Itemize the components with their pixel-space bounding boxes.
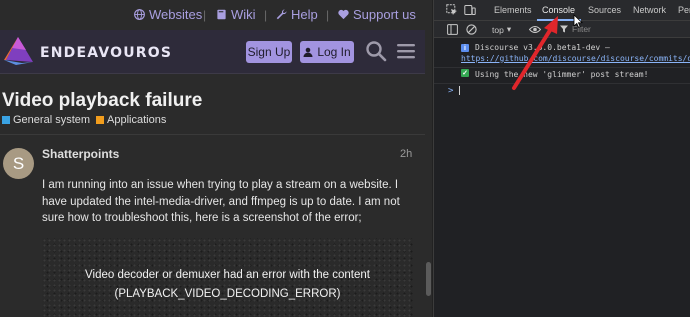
console-message-text: Using the new 'glimmer' post stream!: [475, 70, 649, 79]
divider: [0, 134, 432, 135]
text-cursor: [459, 86, 460, 95]
tab-network[interactable]: Network: [633, 5, 666, 15]
tab-elements[interactable]: Elements: [494, 5, 532, 15]
console-link[interactable]: https://github.com/discourse/discourse/c…: [461, 54, 690, 63]
category-applications[interactable]: Applications: [96, 114, 166, 126]
forum-page: Websites | Wiki | Help | Support us ENDE…: [0, 0, 432, 317]
search-icon[interactable]: [365, 40, 387, 62]
context-label: top: [492, 24, 504, 35]
wrench-icon: [276, 9, 287, 20]
device-toolbar-icon[interactable]: [464, 4, 476, 16]
console-toolbar: top ▾ Filter: [434, 21, 690, 38]
category-color-swatch: [2, 116, 10, 124]
nav-separator: |: [326, 8, 330, 22]
console-prompt: >: [448, 86, 454, 96]
top-navigation: Websites | Wiki | Help | Support us: [0, 0, 432, 30]
chevron-down-icon: ▾: [506, 24, 512, 34]
nav-link-support[interactable]: Support us: [338, 7, 416, 22]
post-timestamp[interactable]: 2h: [400, 148, 412, 160]
console-message: ✓ Using the new 'glimmer' post stream!: [434, 67, 690, 79]
post-username[interactable]: Shatterpoints: [42, 147, 119, 161]
site-header: ENDEAVOUROS Sign Up Log In: [0, 30, 432, 74]
tab-console[interactable]: Console: [542, 5, 575, 15]
devtools-panel: Elements Console Sources Network Per top…: [433, 0, 690, 317]
endeavouros-logo-icon[interactable]: [2, 36, 36, 66]
sign-up-button[interactable]: Sign Up: [246, 41, 292, 63]
tab-performance[interactable]: Per: [678, 5, 690, 15]
mouse-pointer-icon: [573, 14, 583, 28]
nav-separator: |: [264, 8, 268, 22]
nav-link-websites[interactable]: Websites: [134, 7, 202, 22]
inspect-element-icon[interactable]: [446, 4, 458, 16]
filter-icon: [560, 25, 568, 33]
nav-link-label: Help: [291, 7, 318, 22]
logo-text: ENDEAVOUROS: [40, 45, 173, 61]
user-icon: [303, 47, 313, 57]
error-screenshot-image[interactable]: Video decoder or demuxer had an error wi…: [42, 238, 413, 317]
avatar[interactable]: S: [3, 148, 34, 179]
topic-categories: General system Applications: [2, 114, 166, 126]
log-in-label: Log In: [317, 45, 351, 59]
context-selector[interactable]: top ▾: [492, 24, 511, 35]
eye-icon[interactable]: [529, 24, 541, 35]
topic-title[interactable]: Video playback failure: [2, 90, 202, 112]
globe-icon: [134, 9, 145, 20]
category-label: Applications: [107, 114, 167, 126]
error-code-line: (PLAYBACK_VIDEO_DECODING_ERROR): [114, 288, 341, 300]
devtools-tab-bar: Elements Console Sources Network Per: [434, 0, 690, 21]
sign-up-label: Sign Up: [247, 45, 291, 59]
log-in-button[interactable]: Log In: [300, 41, 354, 63]
category-general-system[interactable]: General system: [2, 114, 90, 126]
error-message-line: Video decoder or demuxer had an error wi…: [85, 269, 370, 281]
post-body: I am running into an issue when trying t…: [42, 179, 400, 224]
nav-link-label: Wiki: [231, 7, 256, 22]
book-icon: [217, 9, 226, 20]
page-scrollbar-thumb[interactable]: [426, 262, 431, 296]
console-message-text: Discourse v3.6.0.beta1-dev —: [475, 43, 610, 52]
nav-separator: |: [203, 8, 207, 22]
tab-sources[interactable]: Sources: [588, 5, 621, 15]
console-prompt-line[interactable]: >: [434, 83, 690, 96]
hamburger-menu-icon[interactable]: [396, 42, 416, 60]
nav-link-help[interactable]: Help: [276, 7, 318, 22]
nav-link-label: Support us: [353, 7, 416, 22]
heart-icon: [338, 9, 349, 20]
checkmark-icon: ✓: [461, 69, 469, 77]
nav-link-label: Websites: [149, 7, 203, 22]
clear-console-icon[interactable]: [466, 24, 477, 35]
info-icon: i: [461, 44, 469, 52]
console-sidebar-icon[interactable]: [447, 24, 458, 35]
nav-link-wiki[interactable]: Wiki: [216, 7, 256, 22]
category-label: General system: [13, 114, 91, 126]
category-color-swatch: [96, 116, 105, 124]
